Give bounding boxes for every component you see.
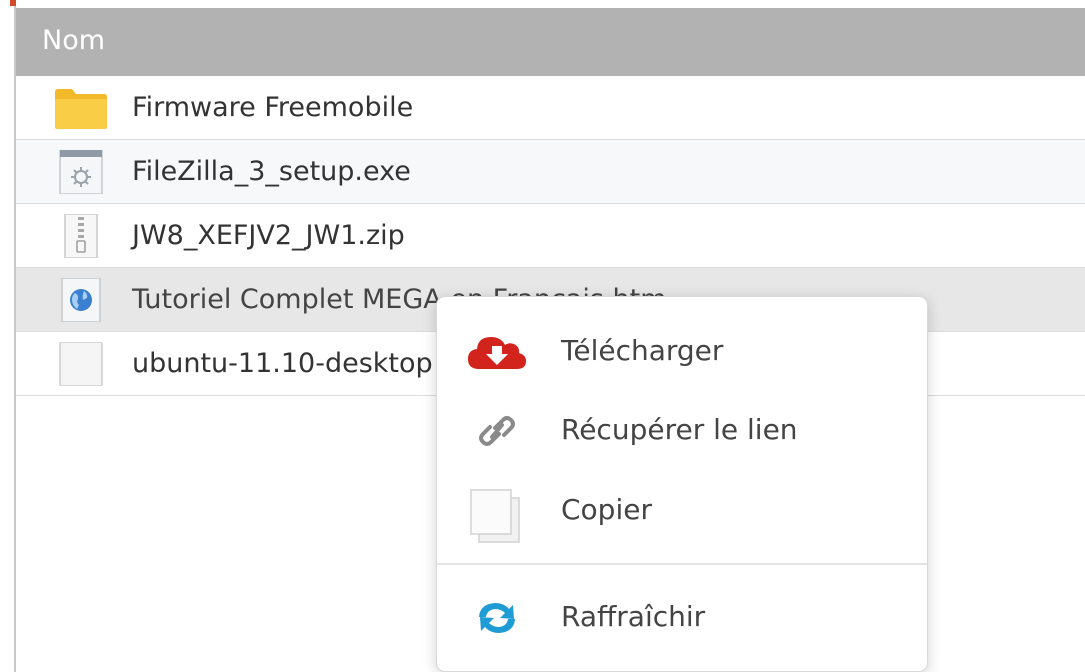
web-file-icon <box>54 277 108 323</box>
menu-item-refresh[interactable]: Raffraîchir <box>437 581 927 653</box>
file-name: FileZilla_3_setup.exe <box>132 156 411 187</box>
menu-item-label: Récupérer le lien <box>561 413 798 446</box>
column-header-name[interactable]: Nom <box>16 8 1085 76</box>
file-row[interactable]: JW8_XEFJV2_JW1.zip <box>16 204 1085 268</box>
file-row[interactable]: Firmware Freemobile <box>16 76 1085 140</box>
left-panel-edge <box>0 0 16 672</box>
cloud-download-icon <box>465 329 529 375</box>
menu-item-copy[interactable]: Copier <box>437 474 927 546</box>
menu-item-label: Télécharger <box>561 334 724 367</box>
menu-separator <box>437 563 927 565</box>
zip-file-icon <box>54 213 108 259</box>
copy-icon <box>465 488 529 543</box>
menu-item-get-link[interactable]: Récupérer le lien <box>437 394 927 466</box>
folder-icon <box>54 86 108 130</box>
file-manager: Nom Firmware Freemobile FileZilla_3_setu… <box>0 0 1085 672</box>
menu-item-label: Raffraîchir <box>561 600 706 633</box>
file-name: JW8_XEFJV2_JW1.zip <box>132 220 405 251</box>
menu-item-label: Copier <box>561 493 652 526</box>
generic-file-icon <box>54 341 108 387</box>
file-name: ubuntu-11.10-desktop <box>132 348 433 379</box>
context-menu: Télécharger Récupérer le lien Copier Raf… <box>436 296 928 672</box>
link-icon <box>465 408 529 454</box>
executable-file-icon <box>54 149 108 195</box>
menu-item-download[interactable]: Télécharger <box>437 315 927 387</box>
refresh-icon <box>465 595 529 641</box>
file-name: Firmware Freemobile <box>132 92 414 123</box>
file-row[interactable]: FileZilla_3_setup.exe <box>16 140 1085 204</box>
left-panel-accent <box>10 0 16 6</box>
